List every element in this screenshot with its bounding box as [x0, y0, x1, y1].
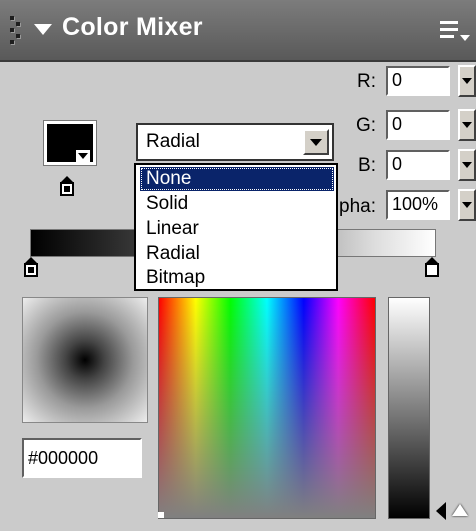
alpha-field[interactable]: 100%	[386, 190, 450, 220]
color-spectrum[interactable]	[158, 297, 376, 519]
r-stepper[interactable]	[458, 65, 476, 97]
g-field[interactable]: 0	[386, 110, 450, 140]
gradient-preview	[22, 297, 148, 423]
fill-type-value: Radial	[146, 131, 200, 152]
r-label: R:	[357, 71, 376, 92]
r-field[interactable]: 0	[386, 66, 450, 96]
gradient-stop-right-icon[interactable]	[425, 257, 439, 277]
fill-option-radial[interactable]: Radial	[140, 242, 334, 266]
collapse-arrow-icon[interactable]	[34, 24, 52, 35]
brightness-pointer-icon[interactable]	[436, 502, 446, 520]
fill-option-linear[interactable]: Linear	[140, 217, 334, 241]
g-label: G:	[355, 115, 376, 136]
fill-marker-icon	[60, 176, 74, 196]
panel-title: Color Mixer	[62, 13, 203, 41]
fill-option-bitmap[interactable]: Bitmap	[140, 266, 334, 290]
expand-arrow-icon[interactable]	[452, 504, 468, 516]
swatch-dropdown-icon[interactable]	[76, 150, 90, 162]
alpha-stepper[interactable]	[458, 189, 476, 221]
b-field[interactable]: 0	[386, 150, 450, 180]
panel-menu-icon[interactable]	[440, 21, 470, 47]
spectrum-crosshair	[158, 512, 164, 518]
g-stepper[interactable]	[458, 109, 476, 141]
b-stepper[interactable]	[458, 149, 476, 181]
hex-color-field[interactable]: #000000	[22, 438, 142, 478]
fill-option-solid[interactable]: Solid	[140, 192, 334, 216]
grip-icon[interactable]	[10, 16, 20, 48]
fill-type-dropdown[interactable]: None Solid Linear Radial Bitmap	[134, 163, 338, 291]
brightness-slider[interactable]	[388, 297, 430, 519]
fill-option-none[interactable]: None	[140, 167, 334, 191]
gradient-stop-left-icon[interactable]	[24, 257, 38, 277]
